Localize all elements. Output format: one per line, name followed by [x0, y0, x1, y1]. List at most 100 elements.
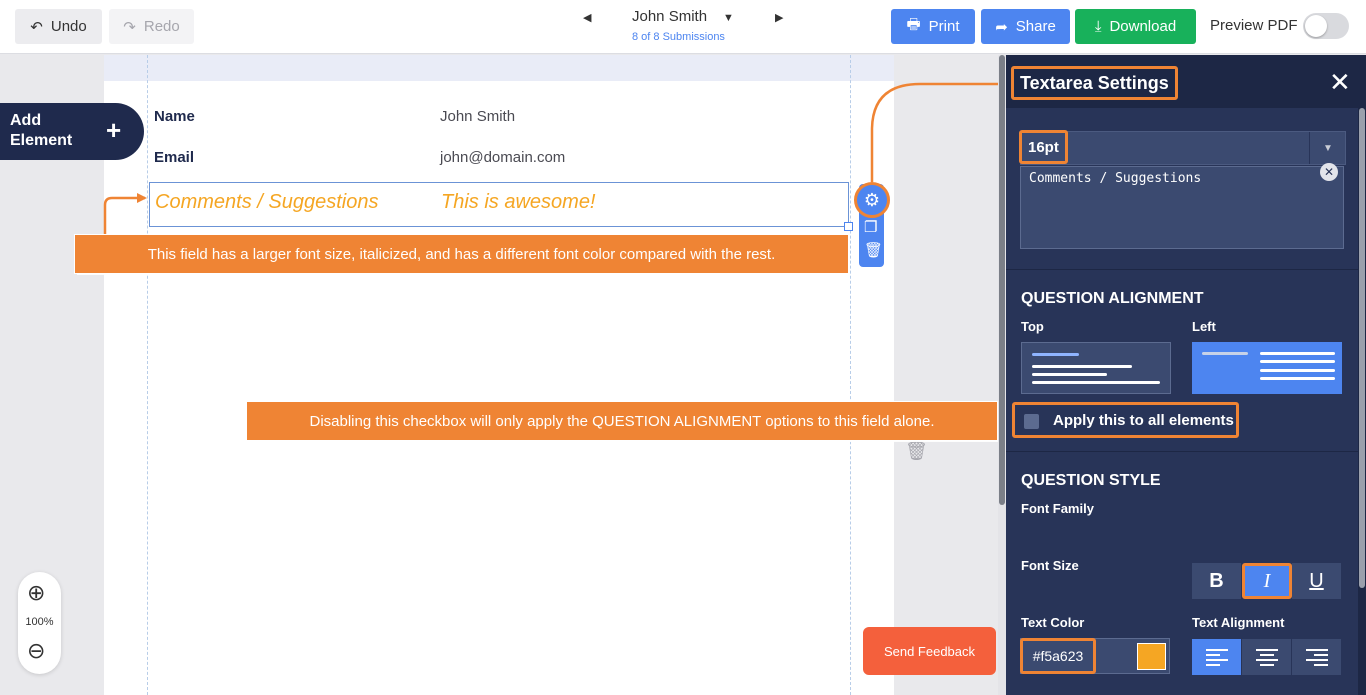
resize-handle[interactable] [844, 222, 853, 231]
add-element-label: Add Element [10, 112, 73, 149]
field-label-comments: Comments / Suggestions [155, 191, 379, 213]
underline-button[interactable]: U [1292, 563, 1342, 599]
undo-button[interactable]: ↶ Undo [15, 9, 102, 44]
field-callout: This field has a larger font size, itali… [75, 235, 848, 273]
align-left-icon [1205, 649, 1228, 666]
checkbox-callout: Disabling this checkbox will only apply … [247, 402, 997, 440]
align-left-text-button[interactable] [1192, 639, 1242, 675]
align-left-preview-line [1260, 377, 1335, 380]
align-left-option[interactable] [1192, 342, 1342, 394]
print-button[interactable]: 🖶 Print [891, 9, 975, 44]
download-button[interactable]: ⤓ Download [1075, 9, 1196, 44]
undo-icon: ↶ [30, 18, 43, 36]
text-alignment-label: Text Alignment [1192, 615, 1285, 630]
panel-scrollbar[interactable] [1358, 108, 1366, 695]
align-top-preview-line [1032, 353, 1079, 356]
field-label-email: Email [154, 149, 195, 166]
chevron-down-icon[interactable]: ▼ [1309, 132, 1346, 164]
print-icon: 🖶 [906, 16, 921, 33]
font-size-label: Font Size [1021, 558, 1079, 573]
trash-icon[interactable]: 🗑 [864, 241, 883, 259]
right-guide [850, 55, 851, 695]
send-feedback-label: Send Feedback [883, 643, 976, 659]
trash-icon[interactable]: 🗑 [905, 441, 928, 462]
clear-icon[interactable]: ✕ [1320, 163, 1338, 181]
underline-icon: U [1309, 569, 1324, 592]
align-top-preview-line [1032, 381, 1160, 384]
align-left-preview-line [1260, 360, 1335, 363]
previous-submission-icon[interactable]: ◀ [583, 11, 591, 24]
panel-header: Textarea Settings ✕ [1006, 55, 1366, 108]
font-size-value: 16pt [1019, 130, 1068, 164]
preview-pdf-toggle[interactable] [1303, 13, 1349, 39]
font-size-select[interactable]: 16pt ▼ [1019, 130, 1346, 165]
copy-icon[interactable]: ❐ [864, 218, 877, 236]
bold-button[interactable]: B [1192, 563, 1242, 599]
settings-panel: Textarea Settings ✕ 16pt ▼ Comments / Su… [1006, 55, 1366, 695]
align-top-label: Top [1021, 319, 1044, 334]
header-band [104, 55, 894, 81]
divider [1006, 451, 1358, 452]
align-left-preview-line [1260, 352, 1335, 355]
left-guide [147, 55, 148, 695]
submission-count: 8 of 8 Submissions [632, 31, 725, 43]
text-style-group: B I U [1192, 563, 1342, 599]
text-color-label: Text Color [1021, 615, 1085, 630]
download-icon: ⤓ [1094, 18, 1102, 35]
selected-comments-field[interactable]: Comments / Suggestions This is awesome! [149, 182, 849, 227]
align-center-icon [1255, 649, 1278, 666]
panel-title: Textarea Settings [1011, 66, 1178, 100]
share-button[interactable]: ➦ Share [981, 9, 1070, 44]
print-label: Print [928, 18, 960, 35]
text-color-value: #f5a623 [1020, 638, 1096, 674]
gear-icon[interactable]: ⚙ [854, 182, 890, 218]
field-value-email: john@domain.com [440, 149, 566, 166]
apply-all-label: Apply this to all elements [1053, 412, 1234, 429]
field-value-name: John Smith [440, 108, 516, 125]
align-right-text-button[interactable] [1292, 639, 1342, 675]
canvas-scrollbar[interactable] [998, 55, 1006, 695]
top-toolbar: ↶ Undo ↷ Redo ◀ John Smith ▼ 8 of 8 Subm… [0, 0, 1366, 54]
zoom-level: 100% [25, 616, 54, 628]
italic-button[interactable]: I [1242, 563, 1292, 599]
undo-label: Undo [50, 18, 87, 35]
label-textarea[interactable]: Comments / Suggestions [1020, 166, 1344, 249]
send-feedback-button[interactable]: Send Feedback [863, 627, 996, 675]
plus-icon: + [106, 115, 122, 145]
share-icon: ➦ [995, 18, 1008, 36]
share-label: Share [1015, 18, 1056, 35]
zoom-out-icon[interactable]: ⊖ [27, 638, 45, 664]
submission-name[interactable]: John Smith [632, 8, 707, 25]
zoom-in-icon[interactable]: ⊕ [27, 580, 45, 606]
download-label: Download [1109, 18, 1177, 35]
question-alignment-title: QUESTION ALIGNMENT [1021, 290, 1204, 307]
align-left-label: Left [1192, 319, 1216, 334]
add-element-button[interactable]: Add Element + [0, 103, 144, 160]
submission-dropdown-icon[interactable]: ▼ [723, 12, 734, 24]
align-top-preview-line [1032, 373, 1107, 376]
next-submission-icon[interactable]: ▶ [775, 11, 783, 24]
preview-pdf-label: Preview PDF [1210, 17, 1298, 34]
divider [1006, 269, 1358, 270]
checkbox-callout-text: Disabling this checkbox will only apply … [309, 412, 935, 430]
field-value-comments: This is awesome! [441, 191, 596, 213]
color-swatch[interactable] [1137, 643, 1166, 670]
redo-button[interactable]: ↷ Redo [109, 9, 194, 44]
align-top-option[interactable] [1021, 342, 1171, 394]
close-icon[interactable]: ✕ [1329, 67, 1351, 98]
apply-all-checkbox[interactable] [1024, 414, 1039, 429]
align-left-preview-line [1260, 369, 1335, 372]
align-right-icon [1305, 649, 1328, 666]
bold-icon: B [1209, 569, 1224, 592]
apply-all-checkbox-row[interactable]: Apply this to all elements [1012, 402, 1239, 438]
redo-icon: ↷ [123, 18, 136, 36]
align-top-preview-line [1032, 365, 1132, 368]
text-alignment-group [1192, 639, 1342, 675]
align-left-preview-line [1202, 352, 1248, 355]
zoom-control: ⊕ 100% ⊖ [18, 572, 61, 674]
italic-icon: I [1263, 569, 1271, 592]
align-center-text-button[interactable] [1242, 639, 1292, 675]
question-style-title: QUESTION STYLE [1021, 472, 1161, 489]
field-label-name: Name [154, 108, 195, 125]
text-color-input[interactable]: #f5a623 [1020, 638, 1170, 674]
